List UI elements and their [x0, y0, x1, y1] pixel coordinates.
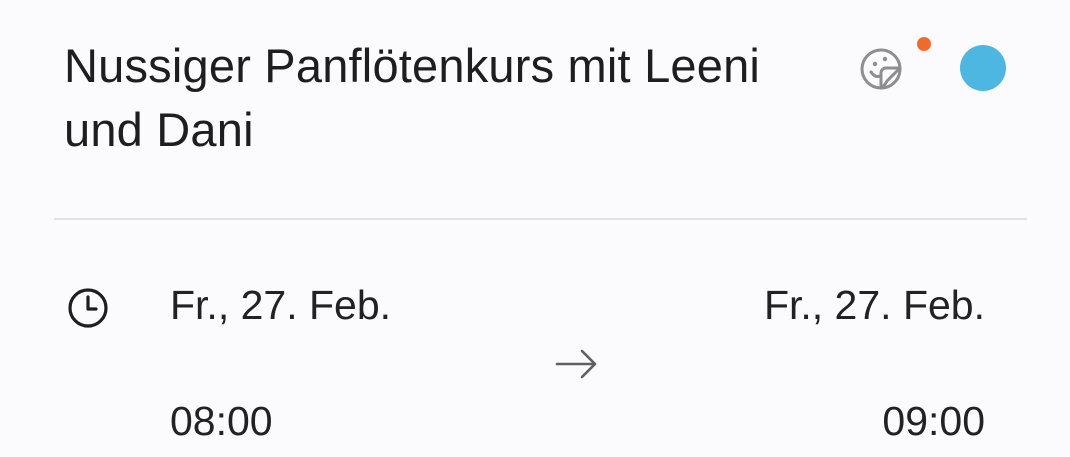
event-color-button[interactable] [960, 45, 1006, 91]
start-time[interactable]: 08:00 [170, 396, 273, 446]
start-date[interactable]: Fr., 27. Feb. [170, 280, 391, 330]
end-date[interactable]: Fr., 27. Feb. [764, 280, 985, 330]
sticker-button[interactable] [856, 44, 906, 94]
notification-dot [917, 37, 931, 51]
arrow-right-icon [554, 344, 600, 384]
event-detail-page: Nussiger Panflötenkurs mit Leeni und Dan… [0, 0, 1070, 457]
clock-icon [66, 286, 110, 330]
event-title[interactable]: Nussiger Panflötenkurs mit Leeni und Dan… [64, 34, 784, 162]
sticker-icon [856, 44, 906, 94]
divider [54, 218, 1027, 220]
end-time[interactable]: 09:00 [882, 396, 985, 446]
